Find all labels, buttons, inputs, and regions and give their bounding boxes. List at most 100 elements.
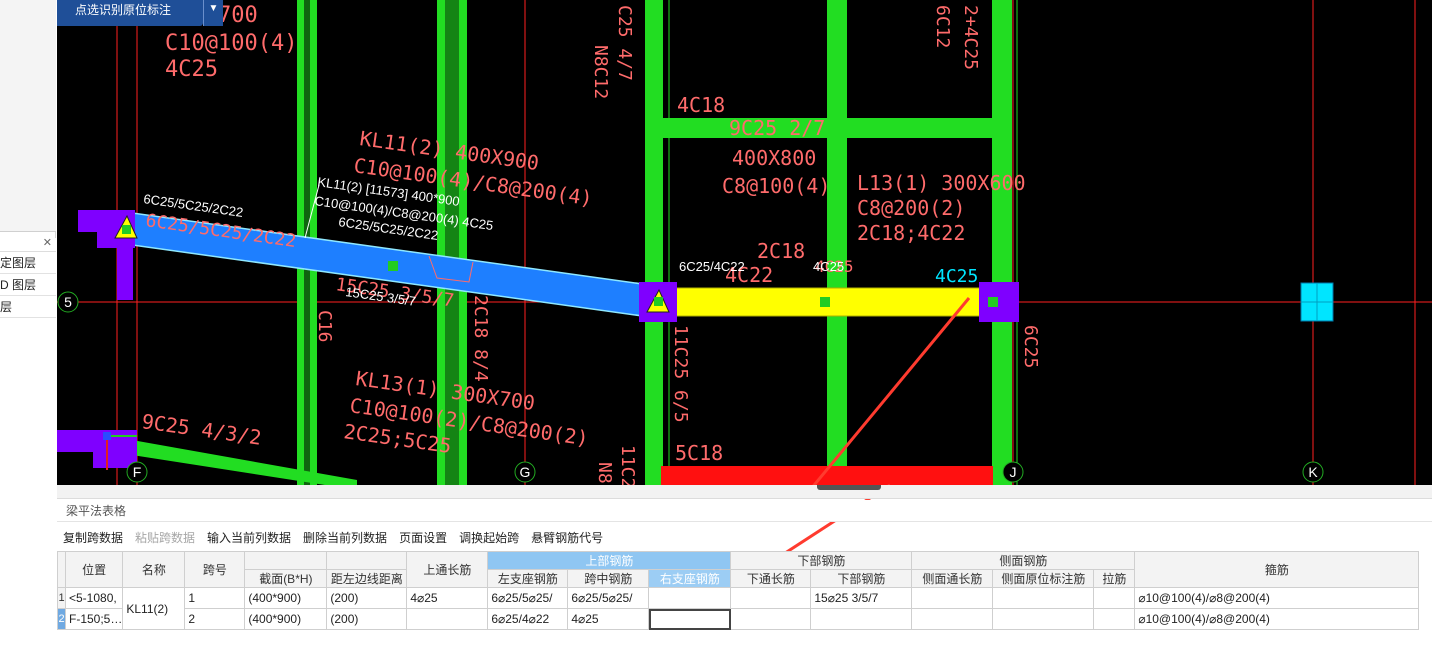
green-wall — [827, 0, 847, 485]
cell-position[interactable]: <5-1080, — [64, 587, 124, 609]
cell-top-through[interactable]: 4⌀25 — [406, 587, 489, 609]
cell-stirrup[interactable]: ⌀10@100(4)/⌀8@200(4) — [1134, 608, 1420, 630]
cell-tie[interactable] — [1093, 587, 1136, 609]
annotation: 2C18 8/4 — [470, 295, 491, 382]
cell-right-support[interactable] — [648, 587, 732, 609]
splitter[interactable] — [57, 485, 1432, 499]
label: 6C25/4C22 — [679, 259, 745, 274]
header-stirrup: 箍筋 — [1134, 551, 1420, 588]
cad-drawing[interactable]: 5 F G J K 400X700 C10@100(4) 4 — [57, 0, 1432, 485]
cell-bottom-bars[interactable]: 15⌀25 3/5/7 — [810, 587, 913, 609]
header-bottom-group: 下部钢筋 — [730, 551, 913, 570]
green-wall — [645, 0, 663, 485]
layer-panel-header: ✕ — [0, 236, 56, 252]
layer-item[interactable]: 定图层 — [0, 252, 56, 274]
annotation: 400X800 — [732, 146, 816, 170]
left-panel-top — [0, 0, 56, 232]
cell-left-support[interactable]: 6⌀25/4⌀22 — [487, 608, 569, 630]
header-top-group: 上部钢筋 — [487, 551, 732, 570]
annotation: 6C12 — [932, 5, 953, 48]
header-tie: 拉筋 — [1093, 569, 1136, 588]
grip[interactable] — [388, 261, 398, 271]
cell-side-original[interactable] — [992, 587, 1095, 609]
layer-panel: ✕ 定图层 D 图层 层 — [0, 236, 56, 670]
row-number[interactable]: 1 — [57, 587, 66, 609]
layer-item[interactable]: 层 — [0, 296, 56, 318]
paste-span-button[interactable]: 粘贴跨数据 — [135, 529, 195, 546]
cell-span[interactable]: 1 — [184, 587, 246, 609]
cell-stirrup[interactable]: ⌀10@100(4)/⌀8@200(4) — [1134, 587, 1420, 609]
annotation: 2+4C25 — [960, 5, 981, 70]
layer-item[interactable]: D 图层 — [0, 274, 56, 296]
label: 4C25 — [813, 259, 844, 274]
annotation: C25 4/7 — [614, 5, 635, 81]
grip[interactable] — [988, 297, 998, 307]
cad-annotations: 400X700 C10@100(4) 4C25 N8C12 C25 4/7 6C… — [140, 3, 1041, 485]
table-row[interactable]: 2 F-150;5… 2 (400*900) (200) 6⌀25/4⌀22 4… — [57, 608, 1420, 630]
corner-cell — [57, 551, 66, 588]
cell-side-original[interactable] — [992, 608, 1095, 630]
annotation: 9C25 2/7 — [729, 116, 825, 140]
annotation: C10@100(4) — [165, 31, 297, 56]
grip[interactable] — [122, 225, 131, 234]
header-section-top — [244, 551, 328, 570]
cell-section[interactable]: (400*900) — [244, 587, 328, 609]
cell-mid-span[interactable]: 6⌀25/5⌀25/ — [567, 587, 650, 609]
cell-name[interactable]: KL11(2) — [122, 587, 186, 630]
row-number[interactable]: 2 — [57, 608, 66, 630]
table-toolbar: 复制跨数据 粘贴跨数据 输入当前列数据 删除当前列数据 页面设置 调换起始跨 悬… — [57, 524, 1432, 550]
header-side-original: 侧面原位标注筋 — [992, 569, 1095, 588]
beam-table[interactable]: 位置 名称 跨号 上通长筋 上部钢筋 下部钢筋 侧面钢筋 箍筋 截面(B*H) … — [57, 551, 1432, 670]
header-bottom-bars: 下部钢筋 — [810, 569, 913, 588]
cell-offset[interactable]: (200) — [326, 587, 408, 609]
copy-span-button[interactable]: 复制跨数据 — [63, 529, 123, 546]
header-offset-top — [326, 551, 408, 570]
cantilever-code-button[interactable]: 悬臂钢筋代号 — [531, 529, 603, 546]
identify-annotation-button[interactable]: 点选识别原位标注 — [57, 0, 203, 26]
annotation: 6C25 — [1020, 325, 1041, 368]
chevron-down-icon[interactable]: ▼ — [203, 0, 223, 26]
annotation: N8 — [594, 462, 615, 484]
annotation: L13(1) 300X600 — [857, 171, 1026, 195]
grip[interactable] — [654, 297, 663, 306]
cell-side-through[interactable] — [911, 608, 994, 630]
header-side-group: 侧面钢筋 — [911, 551, 1136, 570]
cell-top-through[interactable] — [406, 608, 489, 630]
cell-bottom-through[interactable] — [730, 587, 812, 609]
panel-title: 梁平法表格 — [57, 500, 1432, 522]
column[interactable] — [979, 282, 1019, 322]
annotation: 11C25 — [617, 445, 638, 485]
cell-section[interactable]: (400*900) — [244, 608, 328, 630]
table-row[interactable]: 1 <5-1080, KL11(2) 1 (400*900) (200) 4⌀2… — [57, 587, 1420, 630]
header-bottom-through: 下通长筋 — [730, 569, 812, 588]
input-column-button[interactable]: 输入当前列数据 — [207, 529, 291, 546]
cad-viewport[interactable]: 5 F G J K 400X700 C10@100(4) 4 — [57, 0, 1432, 485]
header-offset: 距左边线距离 — [326, 569, 408, 588]
annotation: 9C25 4/3/2 — [140, 409, 263, 450]
swap-start-span-button[interactable]: 调换起始跨 — [459, 529, 519, 546]
cell-position[interactable]: F-150;5… — [64, 608, 124, 630]
axis-bubble-k: K — [1302, 461, 1324, 483]
splitter-grip[interactable] — [817, 485, 881, 490]
header-top-through: 上通长筋 — [406, 551, 489, 588]
grip[interactable] — [820, 297, 830, 307]
header-position: 位置 — [64, 551, 124, 588]
cell-mid-span[interactable]: 4⌀25 — [567, 608, 650, 630]
delete-column-button[interactable]: 删除当前列数据 — [303, 529, 387, 546]
axis-bubble-f: F — [126, 461, 148, 483]
cell-offset[interactable]: (200) — [326, 608, 408, 630]
annotation: 11C25 6/5 — [670, 325, 691, 423]
annotation: 4C18 — [677, 93, 725, 117]
close-icon[interactable]: ✕ — [43, 236, 52, 249]
cell-right-support-selected[interactable] — [648, 608, 732, 630]
svg-text:G: G — [520, 464, 531, 480]
cell-tie[interactable] — [1093, 608, 1136, 630]
left-panel: ✕ 定图层 D 图层 层 — [0, 0, 56, 670]
cell-left-support[interactable]: 6⌀25/5⌀25/ — [487, 587, 569, 609]
cell-bottom-bars[interactable] — [810, 608, 913, 630]
cell-span[interactable]: 2 — [184, 608, 246, 630]
cell-side-through[interactable] — [911, 587, 994, 609]
cell-bottom-through[interactable] — [730, 608, 812, 630]
svg-text:J: J — [1010, 464, 1017, 480]
page-setup-button[interactable]: 页面设置 — [399, 529, 447, 546]
